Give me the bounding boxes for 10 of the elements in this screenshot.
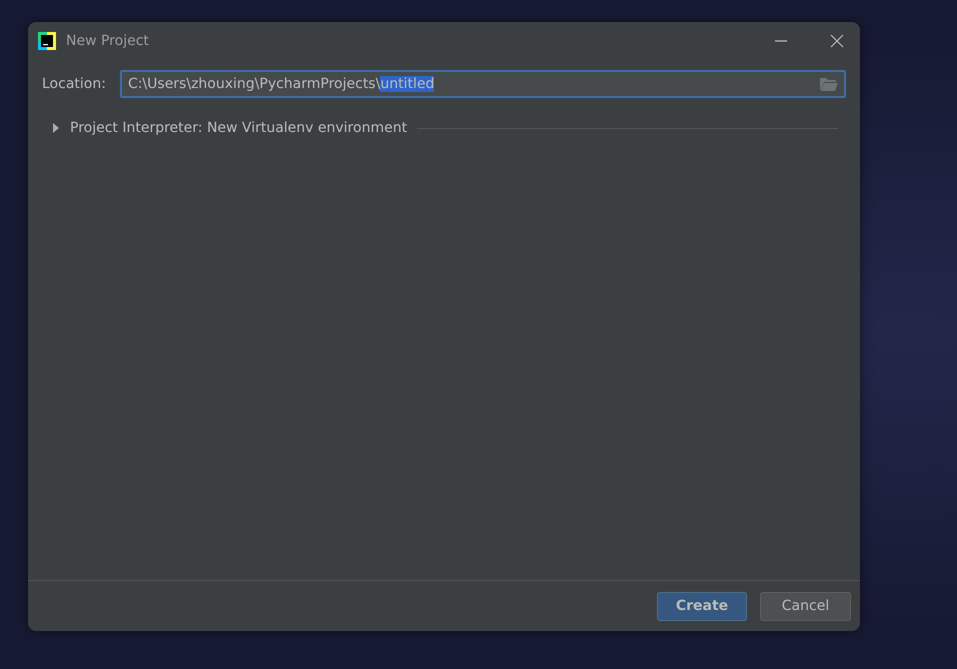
create-button[interactable]: Create (657, 592, 747, 620)
folder-icon[interactable] (820, 77, 838, 91)
cancel-button[interactable]: Cancel (760, 592, 851, 620)
app-logo-icon (38, 32, 56, 50)
interpreter-section-toggle[interactable]: Project Interpreter: New Virtualenv environment (52, 120, 408, 136)
expand-triangle-icon (52, 123, 60, 133)
location-input-field[interactable]: C:\Users\zhouxing\PycharmProjects\untitled (120, 70, 846, 98)
window-title: New Project (66, 33, 150, 49)
location-label: Location: (42, 76, 106, 92)
close-icon (830, 34, 844, 48)
